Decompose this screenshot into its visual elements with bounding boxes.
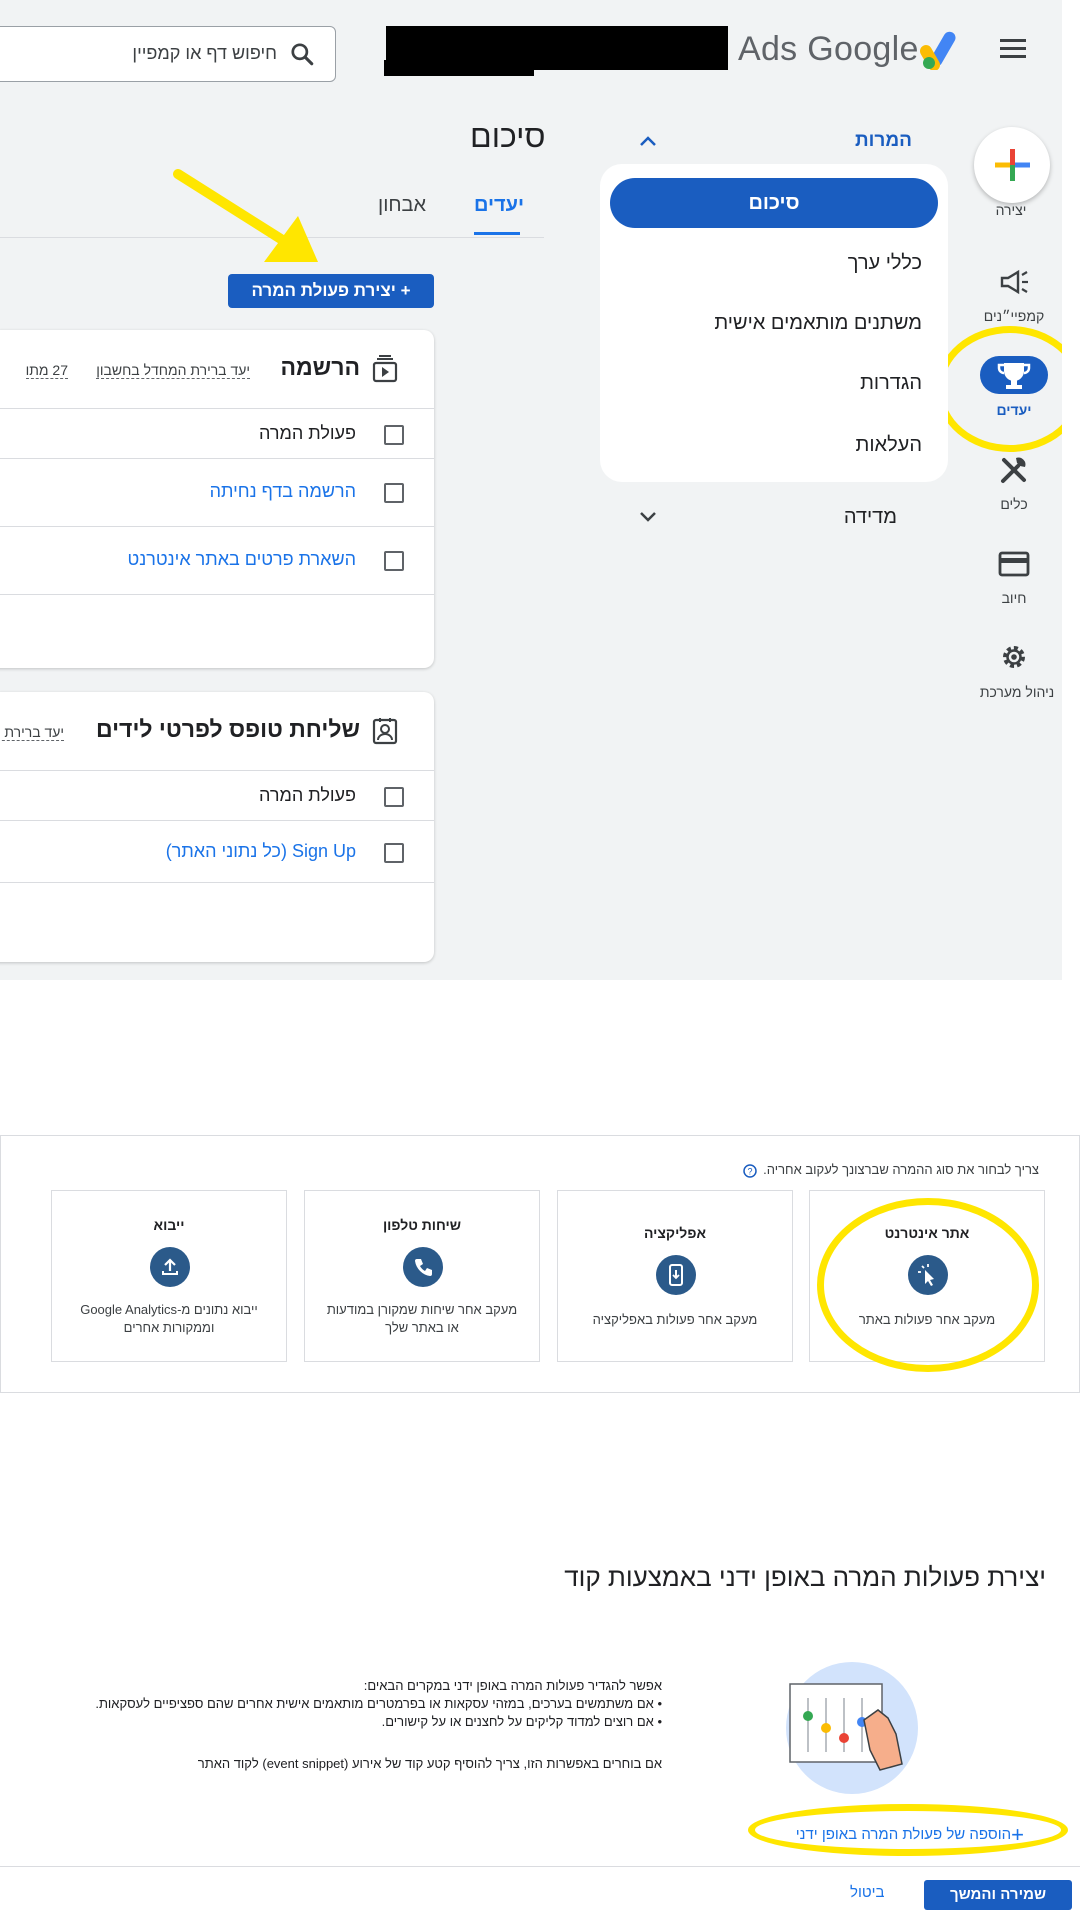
create-button[interactable] [974, 127, 1050, 203]
nav-item-uploads[interactable]: העלאות [856, 434, 922, 457]
checkbox[interactable] [384, 843, 404, 863]
help-icon[interactable]: ? [743, 1164, 757, 1178]
campaigns-megaphone-icon[interactable] [998, 268, 1030, 296]
manual-bullet: • אם רוצים למדוד קליקים על לחצנים או על … [381, 1714, 662, 1729]
tag-illustration [786, 1662, 918, 1794]
option-import[interactable]: ייבוא ייבוא נתונים מ-Google Analytics ומ… [51, 1190, 287, 1362]
contact-form-icon [372, 718, 398, 745]
option-description: ייבוא נתונים מ-Google Analytics וממקורות… [80, 1302, 258, 1335]
default-goal-label[interactable]: יעד ברירת המחדל בחשבון [96, 362, 250, 379]
option-title: ייבוא [153, 1217, 185, 1233]
google-ads-app: חיפוש דף או קמפיין Ads Google יצירה קמפי… [0, 0, 1062, 980]
cancel-button[interactable]: ביטול [850, 1884, 885, 1901]
search-input[interactable]: חיפוש דף או קמפיין [0, 26, 336, 82]
manual-note: אם בוחרים באפשרות הזו, צריך להוסיף קטע ק… [197, 1756, 662, 1771]
svg-text:?: ? [747, 1167, 752, 1177]
conversion-action-link[interactable]: הרשמה בדף נחיתה [210, 481, 356, 502]
table-row: הרשמה בדף נחיתה [0, 458, 434, 527]
add-manual-highlight-circle [748, 1804, 1068, 1856]
option-title: אפליקציה [644, 1225, 706, 1241]
column-header: פעולת המרה [258, 785, 356, 805]
search-placeholder: חיפוש דף או קמפיין [132, 43, 277, 63]
tools-label[interactable]: כלים [969, 496, 1059, 512]
checkbox[interactable] [384, 483, 404, 503]
card-divider [0, 594, 434, 596]
tab-diagnostics[interactable]: אבחון [378, 194, 426, 217]
card-divider [0, 882, 434, 884]
table-row: פעולת המרה [0, 408, 434, 459]
manual-section-title: יצירת פעולות המרה באופן ידני באמצעות קוד [564, 1562, 1046, 1592]
checkbox[interactable] [384, 787, 404, 807]
billing-card-icon[interactable] [998, 550, 1030, 578]
nav-item-settings[interactable]: הגדרות [860, 372, 922, 395]
yellow-arrow-annotation [173, 169, 318, 262]
table-row: פעולת המרה [0, 770, 434, 821]
checkbox[interactable] [384, 425, 404, 445]
nav-item-summary[interactable]: סיכום [610, 178, 938, 228]
manual-code-section: יצירת פעולות המרה באופן ידני באמצעות קוד… [0, 1540, 1080, 1867]
campaigns-label[interactable]: קמפיי״נים [969, 308, 1059, 324]
option-app[interactable]: אפליקציה מעקב אחר פעולות באפליקציה [557, 1190, 793, 1362]
website-highlight-circle [817, 1198, 1039, 1372]
goal-card-lead-form: שליחת טופס לפרטי לידים יעד ברירת ה פעולת… [0, 692, 434, 962]
admin-label[interactable]: ניהול מערכת [967, 684, 1062, 700]
tab-goals[interactable]: יעדים [474, 194, 524, 217]
default-goal-label[interactable]: יעד ברירת ה [0, 724, 64, 741]
plus-icon [995, 149, 1030, 181]
search-icon [291, 43, 314, 66]
page-title: סיכום [470, 118, 546, 154]
tab-goals-underline [474, 232, 520, 235]
google-ads-logo-icon [920, 31, 956, 70]
conversion-action-link[interactable]: Sign Up (כל נתוני האתר) [166, 841, 356, 862]
nav-section-conversions[interactable]: המרות [855, 130, 912, 152]
card-title: הרשמה [280, 354, 360, 380]
phone-app-icon [656, 1255, 696, 1295]
brand-name: Ads Google [738, 30, 919, 68]
table-row: Sign Up (כל נתוני האתר) [0, 820, 434, 883]
chevron-up-icon[interactable] [638, 134, 658, 148]
nav-item-custom-variables[interactable]: משתנים מותאמים אישית [714, 312, 922, 335]
create-label: יצירה [995, 202, 1027, 218]
conversion-count-label[interactable]: 27 מתו [25, 362, 68, 379]
manual-intro: אפשר להגדיר פעולות המרה באופן ידני במקרי… [363, 1678, 662, 1693]
conversion-type-picker: צריך לבחור את סוג ההמרה שברצונך לעקוב אח… [0, 1135, 1080, 1393]
save-and-continue-button[interactable]: שמירה והמשך [924, 1880, 1072, 1910]
option-description: מעקב אחר שיחות שמקורן במודעות או באתר של… [326, 1302, 518, 1335]
upload-icon [150, 1247, 190, 1287]
card-title: שליחת טופס לפרטי לידים [96, 716, 360, 742]
column-header: פעולת המרה [258, 423, 356, 443]
gear-icon[interactable] [999, 642, 1029, 672]
tools-icon[interactable] [998, 454, 1030, 486]
option-title: שיחות טלפון [382, 1217, 462, 1233]
goals-highlight-circle [936, 326, 1062, 452]
table-row: השארת פרטים באתר אינטרנט [0, 526, 434, 595]
hamburger-menu-icon[interactable] [998, 36, 1028, 62]
create-conversion-action-button[interactable]: + יצירת פעולת המרה [228, 274, 434, 308]
billing-label[interactable]: חיוב [969, 590, 1059, 606]
phone-call-icon [403, 1247, 443, 1287]
goal-card-signup: הרשמה יעד ברירת המחדל בחשבון 27 מתו פעול… [0, 330, 434, 668]
conversion-type-hint: צריך לבחור את סוג ההמרה שברצונך לעקוב אח… [763, 1162, 1039, 1177]
chevron-down-icon[interactable] [638, 510, 658, 524]
checkbox[interactable] [384, 551, 404, 571]
option-phone-calls[interactable]: שיחות טלפון מעקב אחר שיחות שמקורן במודעו… [304, 1190, 540, 1362]
nav-item-value-rules[interactable]: כללי ערך [848, 252, 922, 275]
nav-section-measurement[interactable]: מדידה [844, 506, 897, 529]
app-header: חיפוש דף או קמפיין Ads Google [0, 0, 1062, 105]
conversion-action-link[interactable]: השארת פרטים באתר אינטרנט [128, 549, 356, 570]
option-description: מעקב אחר פעולות באפליקציה [592, 1312, 758, 1327]
manual-bullet: • אם משתמשים בערכים, במזהי עסקאות או בפר… [95, 1696, 662, 1711]
redacted-account-name-2 [384, 60, 534, 76]
signup-form-icon [372, 355, 398, 383]
